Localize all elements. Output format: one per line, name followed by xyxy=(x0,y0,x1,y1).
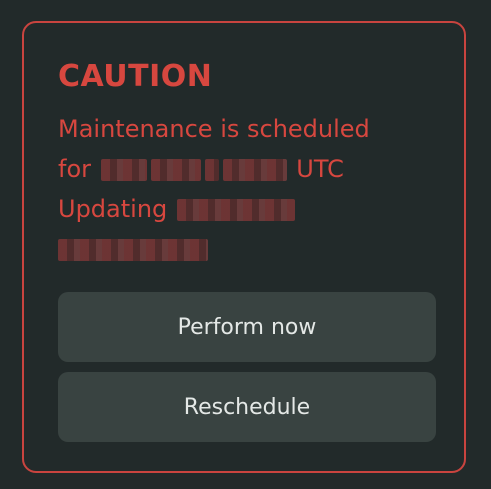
maintenance-message: Maintenance is scheduled for UTC Updatin… xyxy=(58,109,428,269)
redacted-version xyxy=(58,239,208,261)
maintenance-caution-card: CAUTION Maintenance is scheduled for UTC… xyxy=(22,21,466,473)
redacted-date xyxy=(100,159,147,181)
message-line-1: Maintenance is scheduled xyxy=(58,115,370,143)
message-line-3: Updating xyxy=(58,189,428,229)
message-line-2: for UTC xyxy=(58,149,428,189)
message-updating-text: Updating xyxy=(58,195,168,223)
redacted-time xyxy=(222,159,287,181)
perform-now-button[interactable]: Perform now xyxy=(58,292,436,362)
reschedule-button[interactable]: Reschedule xyxy=(58,372,436,442)
redacted-date xyxy=(150,159,201,181)
message-utc-text: UTC xyxy=(296,155,344,183)
message-for-text: for xyxy=(58,155,91,183)
caution-title: CAUTION xyxy=(58,59,213,94)
redacted-version xyxy=(176,199,295,221)
message-line-4 xyxy=(58,229,428,269)
redacted-date xyxy=(204,159,219,181)
